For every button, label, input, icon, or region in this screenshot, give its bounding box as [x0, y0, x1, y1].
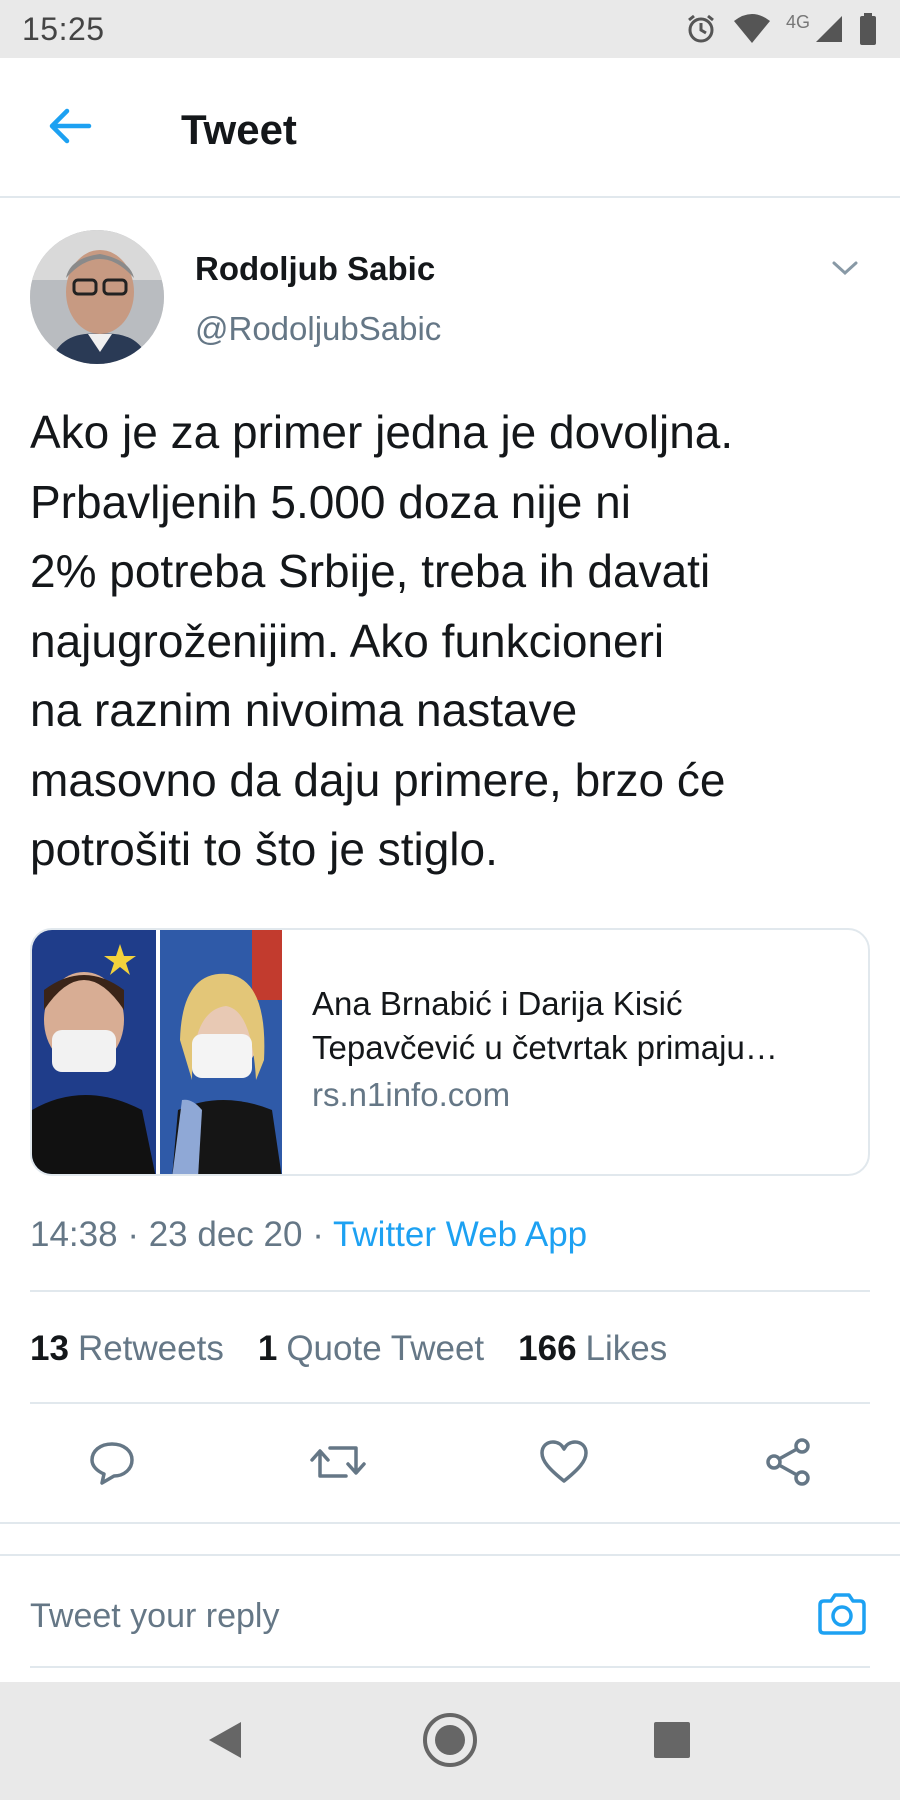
retweet-icon [310, 1438, 366, 1491]
nav-home-button[interactable] [420, 1712, 480, 1772]
card-thumbnail [32, 930, 282, 1174]
more-options-button[interactable] [820, 250, 870, 290]
retweets-stat[interactable]: 13 Retweets [30, 1329, 224, 1369]
nav-back-button[interactable] [195, 1712, 255, 1772]
likes-count: 166 [518, 1329, 577, 1368]
author-name[interactable]: Rodoljub Sabic [195, 250, 435, 288]
reply-icon [88, 1438, 136, 1491]
tweet-source-link[interactable]: Twitter Web App [333, 1215, 587, 1254]
page-title: Tweet [181, 106, 297, 153]
status-icons: 4G [684, 12, 878, 46]
tweet-actions [0, 1404, 900, 1524]
tweet-author: Rodoljub Sabic @RodoljubSabic [0, 200, 900, 380]
triangle-back-icon [205, 1718, 245, 1767]
camera-button[interactable] [814, 1588, 870, 1644]
chevron-down-icon [831, 259, 859, 282]
meta-separator: · [127, 1215, 139, 1254]
tweet-stats: 13 Retweets 1 Quote Tweet 166 Likes [30, 1324, 701, 1374]
section-gap [0, 1522, 900, 1554]
tweet-date: 23 dec 20 [148, 1215, 303, 1254]
author-handle[interactable]: @RodoljubSabic [195, 310, 441, 348]
alarm-icon [684, 12, 718, 46]
card-title: Ana Brnabić i Darija Kisić Tepavčević u … [312, 985, 778, 1066]
battery-icon [858, 12, 878, 46]
status-time: 15:25 [22, 10, 105, 47]
reply-button[interactable] [80, 1434, 144, 1494]
link-card[interactable]: Ana Brnabić i Darija Kisić Tepavčević u … [30, 928, 870, 1176]
reply-underline [30, 1666, 870, 1668]
share-icon [764, 1437, 812, 1492]
arrow-left-icon [47, 106, 93, 151]
quotes-count: 1 [257, 1329, 278, 1368]
share-button[interactable] [756, 1434, 820, 1494]
likes-stat[interactable]: 166 Likes [518, 1329, 667, 1369]
retweets-label: Retweets [77, 1329, 224, 1368]
tweet-text: Ako je za primer jedna je dovoljna. Prba… [30, 406, 734, 875]
circle-home-icon [421, 1711, 479, 1774]
card-domain: rs.n1info.com [312, 1076, 511, 1113]
quotes-label: Quote Tweet [286, 1329, 485, 1368]
avatar[interactable] [30, 230, 164, 364]
like-icon [539, 1439, 589, 1490]
camera-icon [816, 1591, 868, 1642]
signal-icon [814, 14, 844, 44]
back-button[interactable] [40, 102, 100, 154]
reply-bar [0, 1554, 900, 1684]
retweets-count: 13 [30, 1329, 69, 1368]
likes-label: Likes [585, 1329, 668, 1368]
card-body: Ana Brnabić i Darija Kisić Tepavčević u … [282, 930, 852, 1174]
divider [30, 1290, 870, 1292]
tweet-time: 14:38 [30, 1215, 118, 1254]
wifi-icon [732, 13, 772, 45]
system-nav-bar [0, 1682, 900, 1800]
app-header: Tweet [0, 58, 900, 198]
tweet-meta: 14:38 · 23 dec 20 · Twitter Web App [30, 1215, 587, 1255]
network-label: 4G [785, 11, 810, 32]
reply-input[interactable] [30, 1586, 790, 1646]
retweet-button[interactable] [306, 1434, 370, 1494]
meta-separator: · [312, 1215, 324, 1254]
quotes-stat[interactable]: 1 Quote Tweet [258, 1329, 484, 1369]
square-recents-icon [652, 1720, 692, 1765]
nav-recents-button[interactable] [642, 1712, 702, 1772]
status-bar: 15:25 4G [0, 0, 900, 58]
like-button[interactable] [532, 1434, 596, 1494]
